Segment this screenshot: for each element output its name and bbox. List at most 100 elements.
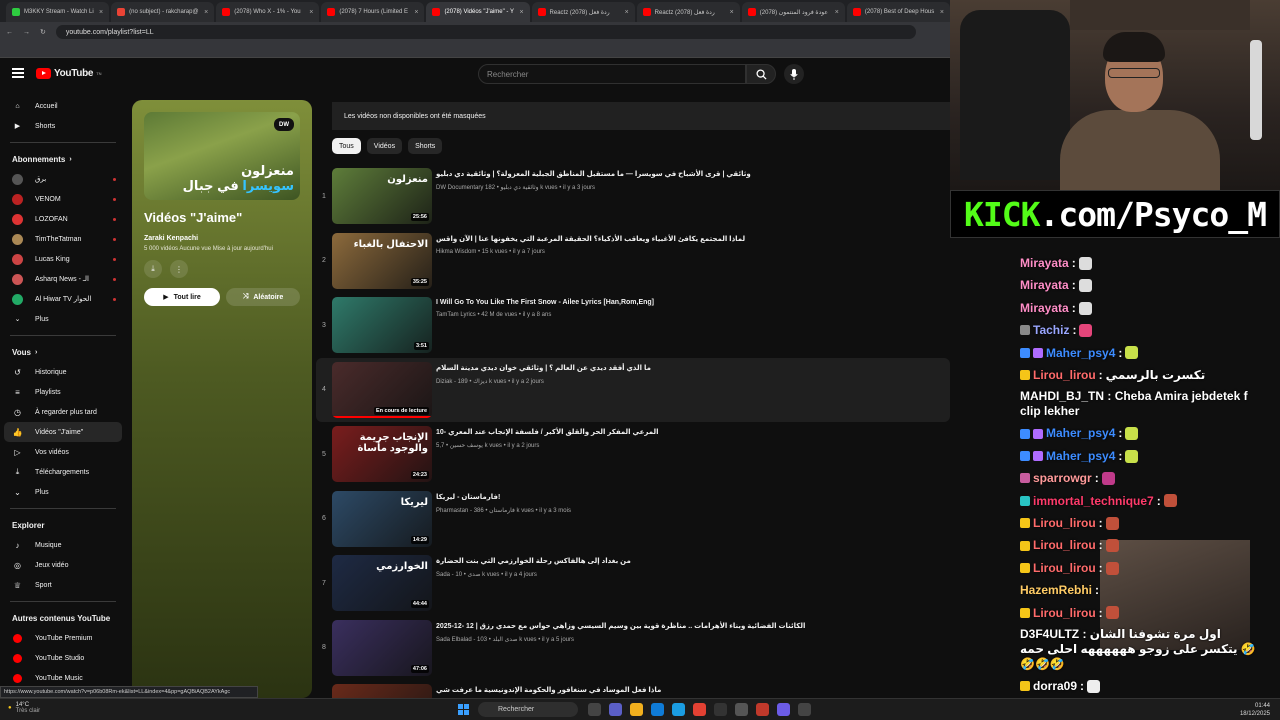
sidebar-item-you[interactable]: ≡ Playlists (0, 382, 126, 402)
filter-chip[interactable]: Tous (332, 138, 361, 154)
sidebar-item-you[interactable]: 👍 Vidéos "J'aime" (4, 422, 122, 442)
chat-username[interactable]: MAHDI_BJ_TN (1020, 389, 1104, 403)
filter-chip[interactable]: Shorts (408, 138, 443, 154)
video-title[interactable]: ماذا فعل الموساد في سنغافور والحكومة الإ… (436, 686, 661, 694)
voice-search-button[interactable] (784, 64, 804, 84)
chat-username[interactable]: dorra09 (1033, 675, 1077, 697)
chat-username[interactable]: Mirayata (1020, 274, 1069, 296)
sidebar-item-shorts[interactable]: ▶ Shorts (0, 116, 126, 136)
sidebar-subscription[interactable]: Al Hiwar TV الحوار (0, 289, 126, 309)
playlist-video-row[interactable]: 9 ماذا فعل الموساد في سنغافور والحكومة ا… (316, 680, 950, 698)
sidebar-item-you[interactable]: ↺ Historique (0, 362, 126, 382)
search-input[interactable]: Rechercher (478, 64, 746, 84)
video-title[interactable]: ما الذي أفقد ديدي عن العالم ؟ | وثائقي خ… (436, 364, 651, 372)
chat-username[interactable]: Tachiz (1033, 319, 1069, 341)
chat-username[interactable]: Mirayata (1020, 252, 1069, 274)
sidebar-item-you[interactable]: ◷ À regarder plus tard (0, 402, 126, 422)
video-title[interactable]: لماذا المجتمع يكافئ الأغبياء ويعاقب الأذ… (436, 235, 745, 243)
sidebar-subscription[interactable]: TimTheTatman (0, 229, 126, 249)
sidebar-subscription[interactable]: VENOM (0, 189, 126, 209)
file-explorer-icon[interactable] (630, 703, 643, 716)
chat-username[interactable]: Lirou_lirou (1033, 534, 1096, 556)
close-tab-icon[interactable]: × (519, 9, 523, 16)
close-tab-icon[interactable]: × (99, 9, 103, 16)
sidebar-item-accueil[interactable]: ⌂ Accueil (0, 96, 126, 116)
sidebar-item-other[interactable]: YouTube Music (0, 668, 126, 688)
address-bar[interactable]: youtube.com/playlist?list=LL (55, 25, 916, 39)
playlist-video-row[interactable]: 5 الإنجاب جريمة والوجود مأساة 24:23 المرع… (316, 422, 950, 487)
browser-tab[interactable]: (2078) Who X - 1% - You × (216, 2, 320, 22)
video-thumbnail[interactable]: 3:51 (332, 297, 432, 353)
filter-chip[interactable]: Vidéos (366, 138, 403, 154)
browser-tab[interactable]: (2078) Vidéos "J'aime" - Y × (426, 2, 530, 22)
task-view-icon[interactable] (588, 703, 601, 716)
chat-username[interactable]: Lirou_lirou (1033, 364, 1096, 386)
chat-username[interactable]: sparrowgr (1033, 467, 1092, 489)
video-thumbnail[interactable]: الإنجاب جريمة والوجود مأساة 24:23 (332, 426, 432, 482)
you-header[interactable]: Vous › (0, 342, 126, 362)
playlist-owner[interactable]: Zaraki Kenpachi (144, 235, 300, 242)
chat-username[interactable]: Mirayata (1020, 297, 1069, 319)
sidebar-item-explore[interactable]: ◎ Jeux vidéo (0, 555, 126, 575)
sidebar-item-other[interactable]: YouTube Studio (0, 648, 126, 668)
video-thumbnail[interactable]: En cours de lecture (332, 361, 432, 418)
system-clock[interactable]: 01:44 18/12/2025 (1240, 702, 1270, 718)
sidebar-item-you[interactable]: ▷ Vos vidéos (0, 442, 126, 462)
obs-icon[interactable] (714, 703, 727, 716)
app-icon[interactable] (735, 703, 748, 716)
close-tab-icon[interactable]: × (309, 9, 313, 16)
reload-icon[interactable]: ↻ (40, 28, 46, 36)
video-thumbnail[interactable]: منعزلون 25:56 (332, 168, 432, 224)
sidebar-subscription[interactable]: برق (0, 169, 126, 189)
playlist-video-row[interactable]: 1 منعزلون 25:56 وثائقي | قرى الأشباح في س… (316, 164, 950, 229)
sidebar-subscription[interactable]: Asharq News - الـ (0, 269, 126, 289)
video-title[interactable]: من بغداد إلى هالفاكس رحلة الخوارزمي التي… (436, 557, 631, 565)
chat-username[interactable]: Maher_psy4 (1046, 422, 1115, 444)
play-all-button[interactable]: ▶ Tout lire (144, 288, 220, 306)
close-tab-icon[interactable]: × (730, 9, 734, 16)
sidebar-item-explore[interactable]: ♪ Musique (0, 535, 126, 555)
playlist-video-row[interactable]: 4 En cours de lecture ما الذي أفقد ديدي … (316, 357, 950, 422)
chat-username[interactable]: Maher_psy4 (1046, 445, 1115, 467)
playlist-video-row[interactable]: 3 3:51 I Will Go To You Like The First S… (316, 293, 950, 358)
video-thumbnail[interactable]: 47:06 (332, 619, 432, 676)
chat-username[interactable]: D3F4ULTZ (1020, 627, 1079, 641)
video-thumbnail[interactable]: الخوارزمي 44:44 (332, 555, 432, 611)
chat-username[interactable]: Lirou_lirou (1033, 602, 1096, 624)
sidebar-subs-more[interactable]: ⌄ Plus (0, 309, 126, 329)
video-thumbnail[interactable] (332, 684, 432, 698)
close-tab-icon[interactable]: × (835, 9, 839, 16)
discord-icon[interactable] (777, 703, 790, 716)
browser-tab[interactable]: Reactz ردة فعل (2078) × (531, 2, 635, 22)
video-title[interactable]: المرعي المفكر الحر والقلق الأكبر / فلسفة… (436, 428, 658, 436)
sidebar-item-you[interactable]: ⤓ Téléchargements (0, 462, 126, 482)
close-tab-icon[interactable]: × (625, 9, 629, 16)
start-icon[interactable] (458, 704, 469, 715)
store-icon[interactable] (672, 703, 685, 716)
app-icon-3[interactable] (798, 703, 811, 716)
subscriptions-header[interactable]: Abonnements › (0, 149, 126, 169)
app-icon-2[interactable] (756, 703, 769, 716)
close-tab-icon[interactable]: × (940, 9, 944, 16)
video-thumbnail[interactable]: الاحتفال بالغباء 35:25 (332, 232, 432, 289)
more-options-icon[interactable]: ⋮ (170, 260, 188, 278)
forward-icon[interactable]: → (23, 29, 30, 36)
teams-icon[interactable] (609, 703, 622, 716)
edge-icon[interactable] (651, 703, 664, 716)
close-tab-icon[interactable]: × (204, 9, 208, 16)
playlist-video-row[interactable]: 7 الخوارزمي 44:44 من بغداد إلى هالفاكس رح… (316, 551, 950, 616)
playlist-video-row[interactable]: 6 ليريكا 14:29 فارماستان - ليريكا! Pharma… (316, 487, 950, 552)
sidebar-item-explore[interactable]: ♕ Sport (0, 575, 126, 595)
playlist-thumbnail[interactable]: DW منعزلون سويسرا في جبال (144, 112, 300, 200)
chat-username[interactable]: Maher_psy4 (1046, 342, 1115, 364)
playlist-video-row[interactable]: 8 47:06 الكائنات الفضائية وبناء الأهراما… (316, 616, 950, 681)
close-tab-icon[interactable]: × (414, 9, 418, 16)
sidebar-subscription[interactable]: LOZOFAN (0, 209, 126, 229)
shuffle-button[interactable]: ⤨ Aléatoire (226, 288, 300, 306)
menu-icon[interactable] (12, 68, 24, 78)
video-thumbnail[interactable]: ليريكا 14:29 (332, 490, 432, 547)
taskbar-search[interactable]: Rechercher (478, 702, 578, 717)
weather-widget[interactable]: ● 14°C Très clair (8, 702, 40, 714)
chat-username[interactable]: Lirou_lirou (1033, 557, 1096, 579)
video-title[interactable]: الكائنات الفضائية وبناء الأهرامات .. منا… (436, 622, 805, 630)
